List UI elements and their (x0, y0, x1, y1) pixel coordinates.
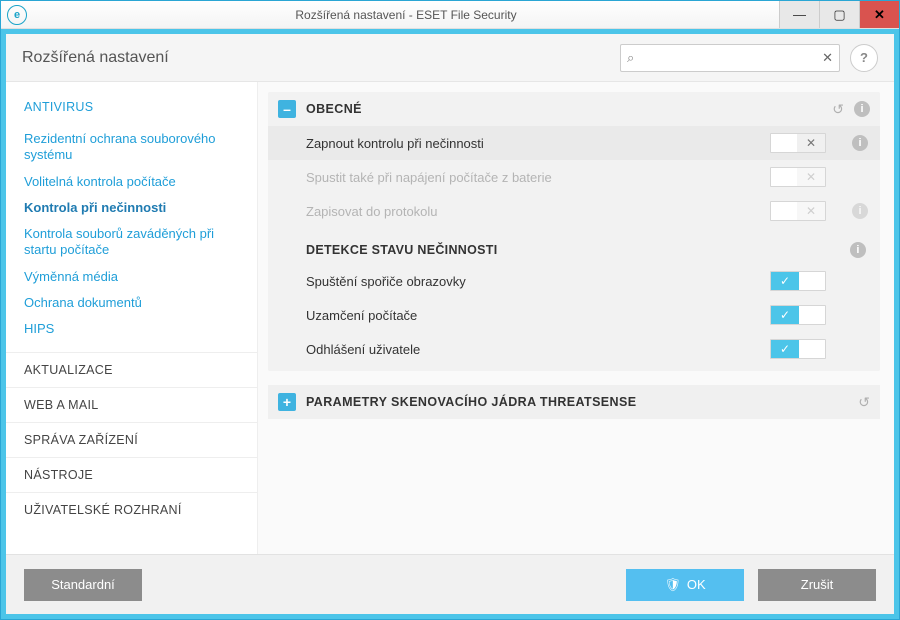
sidebar-section-device[interactable]: SPRÁVA ZAŘÍZENÍ (6, 422, 257, 457)
sidebar-section-update[interactable]: AKTUALIZACE (6, 352, 257, 387)
row-run-on-battery: Spustit také při napájení počítače z bat… (268, 160, 880, 194)
clear-search-icon[interactable]: ✕ (822, 50, 833, 66)
page-heading: Rozšířená nastavení (22, 49, 610, 67)
row-log: Zapisovat do protokolu ✕ i (268, 194, 880, 228)
window-title: Rozšířená nastavení - ESET File Security (33, 8, 779, 22)
panel-threatsense-actions: ↺ (858, 394, 870, 411)
footer: Standardní 🛡 OK Zrušit (6, 554, 894, 614)
sidebar-item-idle-scan[interactable]: Kontrola při nečinnosti (6, 195, 257, 221)
sidebar: ANTIVIRUS Rezidentní ochrana souborového… (6, 82, 258, 554)
row-enable-idle-scan: Zapnout kontrolu při nečinnosti ✕ i (268, 126, 880, 160)
sidebar-section-webmail[interactable]: WEB A MAIL (6, 387, 257, 422)
row-label: Spustit také při napájení počítače z bat… (306, 170, 760, 185)
panel-general-title: OBECNÉ (306, 102, 822, 116)
collapse-icon: – (278, 100, 296, 118)
panel-general-header[interactable]: – OBECNÉ ↺ i (268, 92, 880, 126)
info-icon[interactable]: i (850, 242, 866, 258)
expand-icon: + (278, 393, 296, 411)
row-logout: Odhlášení uživatele ✓ (268, 332, 880, 371)
content-frame: Rozšířená nastavení ⌕ ✕ ? ANTIVIRUS Rezi… (1, 29, 899, 619)
undo-icon[interactable]: ↺ (858, 394, 870, 411)
subheader-idle-detection: DETEKCE STAVU NEČINNOSTI i (268, 228, 880, 264)
toggle-run-on-battery: ✕ (770, 167, 826, 187)
row-label: Odhlášení uživatele (306, 342, 760, 357)
toggle-lock[interactable]: ✓ (770, 305, 826, 325)
cancel-button[interactable]: Zrušit (758, 569, 876, 601)
help-button[interactable]: ? (850, 44, 878, 72)
content-area: – OBECNÉ ↺ i Zapnout kontrolu při nečinn… (258, 82, 894, 554)
ok-button[interactable]: 🛡 OK (626, 569, 744, 601)
body: ANTIVIRUS Rezidentní ochrana souborového… (6, 82, 894, 554)
panel-threatsense: + PARAMETRY SKENOVACÍHO JÁDRA THREATSENS… (268, 385, 880, 419)
app-logo-icon: e (7, 5, 27, 25)
toggle-logout[interactable]: ✓ (770, 339, 826, 359)
window-buttons: — ▢ ✕ (779, 1, 899, 28)
sidebar-section-tools[interactable]: NÁSTROJE (6, 457, 257, 492)
panel-threatsense-header[interactable]: + PARAMETRY SKENOVACÍHO JÁDRA THREATSENS… (268, 385, 880, 419)
toggle-screensaver[interactable]: ✓ (770, 271, 826, 291)
row-label: Zapisovat do protokolu (306, 204, 760, 219)
search-box[interactable]: ⌕ ✕ (620, 44, 840, 72)
ok-label: OK (687, 577, 706, 592)
row-lock: Uzamčení počítače ✓ (268, 298, 880, 332)
row-label: Uzamčení počítače (306, 308, 760, 323)
sidebar-subitems: Rezidentní ochrana souborového systému V… (6, 124, 257, 352)
search-input[interactable] (640, 50, 816, 66)
minimize-button[interactable]: — (779, 1, 819, 28)
sidebar-section-ui[interactable]: UŽIVATELSKÉ ROZHRANÍ (6, 492, 257, 527)
titlebar: e Rozšířená nastavení - ESET File Securi… (1, 1, 899, 29)
sidebar-item-removable[interactable]: Výměnná média (6, 264, 257, 290)
toggle-log: ✕ (770, 201, 826, 221)
sidebar-item-hips[interactable]: HIPS (6, 316, 257, 342)
sidebar-section-antivirus[interactable]: ANTIVIRUS (6, 94, 257, 124)
search-icon: ⌕ (627, 50, 634, 66)
close-button[interactable]: ✕ (859, 1, 899, 28)
sidebar-item-ondemand[interactable]: Volitelná kontrola počítače (6, 169, 257, 195)
default-button[interactable]: Standardní (24, 569, 142, 601)
sidebar-item-startup[interactable]: Kontrola souborů zaváděných při startu p… (6, 221, 257, 264)
panel-general-actions: ↺ i (832, 101, 870, 118)
info-icon[interactable]: i (854, 101, 870, 117)
toggle-enable-idle-scan[interactable]: ✕ (770, 133, 826, 153)
undo-icon[interactable]: ↺ (832, 101, 844, 118)
sidebar-item-documents[interactable]: Ochrana dokumentů (6, 290, 257, 316)
row-screensaver: Spuštění spořiče obrazovky ✓ (268, 264, 880, 298)
subheader-label: DETEKCE STAVU NEČINNOSTI (306, 243, 497, 257)
maximize-button[interactable]: ▢ (819, 1, 859, 28)
panel-threatsense-title: PARAMETRY SKENOVACÍHO JÁDRA THREATSENSE (306, 395, 848, 409)
row-label: Zapnout kontrolu při nečinnosti (306, 136, 760, 151)
row-label: Spuštění spořiče obrazovky (306, 274, 760, 289)
info-icon[interactable]: i (852, 135, 868, 151)
shield-icon: 🛡 (664, 577, 681, 593)
app-window: e Rozšířená nastavení - ESET File Securi… (0, 0, 900, 620)
sidebar-item-realtime[interactable]: Rezidentní ochrana souborového systému (6, 126, 257, 169)
panel-general: – OBECNÉ ↺ i Zapnout kontrolu při nečinn… (268, 92, 880, 371)
info-icon[interactable]: i (852, 203, 868, 219)
topbar: Rozšířená nastavení ⌕ ✕ ? (6, 34, 894, 82)
